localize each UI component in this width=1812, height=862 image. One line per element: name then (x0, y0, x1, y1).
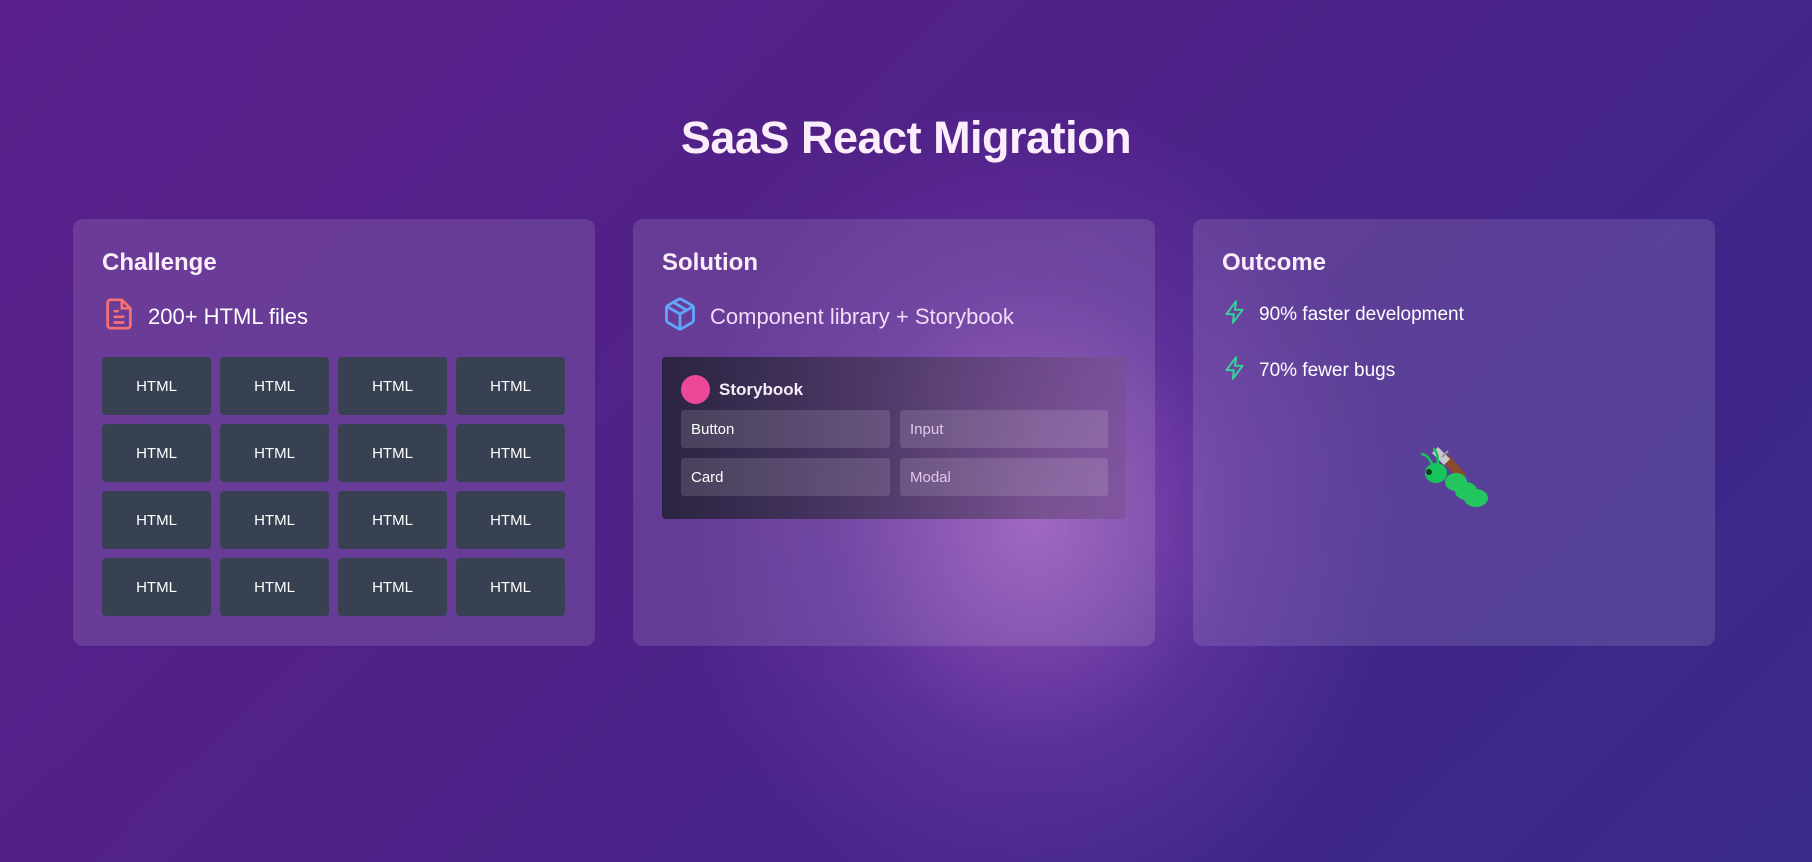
html-file-tile: HTML (456, 491, 565, 549)
html-file-tile: HTML (102, 558, 211, 616)
html-file-tile: HTML (456, 558, 565, 616)
html-file-tile: HTML (338, 424, 447, 482)
outcome-metrics: 90% faster development 70% fewer bugs (1222, 297, 1686, 389)
metric-text: 90% faster development (1259, 304, 1464, 325)
storybook-header: Storybook (681, 375, 1107, 404)
html-file-tile: HTML (220, 491, 329, 549)
challenge-card: Challenge 200+ HTML files HTML HTML HTML… (73, 219, 595, 646)
bolt-icon (1222, 297, 1248, 333)
html-file-tile: HTML (456, 424, 565, 482)
component-button[interactable]: Button (681, 410, 890, 448)
html-file-grid: HTML HTML HTML HTML HTML HTML HTML HTML … (102, 357, 566, 616)
html-file-tile: HTML (102, 357, 211, 415)
package-icon (662, 295, 698, 339)
caterpillar-mascot (1416, 439, 1492, 516)
html-file-tile: HTML (102, 491, 211, 549)
storybook-panel: Storybook Button Input Card Modal (662, 357, 1126, 519)
html-file-tile: HTML (220, 357, 329, 415)
html-file-tile: HTML (220, 558, 329, 616)
metric-item: 90% faster development (1222, 297, 1686, 333)
solution-lead: Component library + Storybook (662, 295, 1126, 339)
outcome-card: Outcome 90% faster development 70% fewer… (1193, 219, 1715, 646)
bolt-icon (1222, 353, 1248, 389)
component-input[interactable]: Input (900, 410, 1108, 448)
challenge-lead: 200+ HTML files (102, 295, 566, 339)
html-file-tile: HTML (338, 357, 447, 415)
component-modal[interactable]: Modal (900, 458, 1108, 496)
solution-card: Solution Component library + Storybook S… (633, 219, 1155, 646)
html-file-tile: HTML (456, 357, 565, 415)
solution-lead-text: Component library + Storybook (710, 304, 1014, 329)
challenge-lead-text: 200+ HTML files (148, 304, 308, 329)
metric-item: 70% fewer bugs (1222, 353, 1686, 389)
html-file-tile: HTML (338, 558, 447, 616)
storybook-logo-dot (681, 375, 710, 404)
metric-text: 70% fewer bugs (1259, 360, 1396, 381)
html-file-tile: HTML (338, 491, 447, 549)
outcome-heading: Outcome (1222, 249, 1327, 276)
component-card[interactable]: Card (681, 458, 890, 496)
file-text-icon (102, 295, 136, 339)
storybook-title: Storybook (719, 379, 804, 399)
html-file-tile: HTML (220, 424, 329, 482)
html-file-tile: HTML (102, 424, 211, 482)
storybook-components: Button Input Card Modal (681, 410, 1108, 496)
challenge-heading: Challenge (102, 249, 217, 276)
solution-heading: Solution (662, 249, 758, 276)
page-title: SaaS React Migration (680, 112, 1132, 163)
